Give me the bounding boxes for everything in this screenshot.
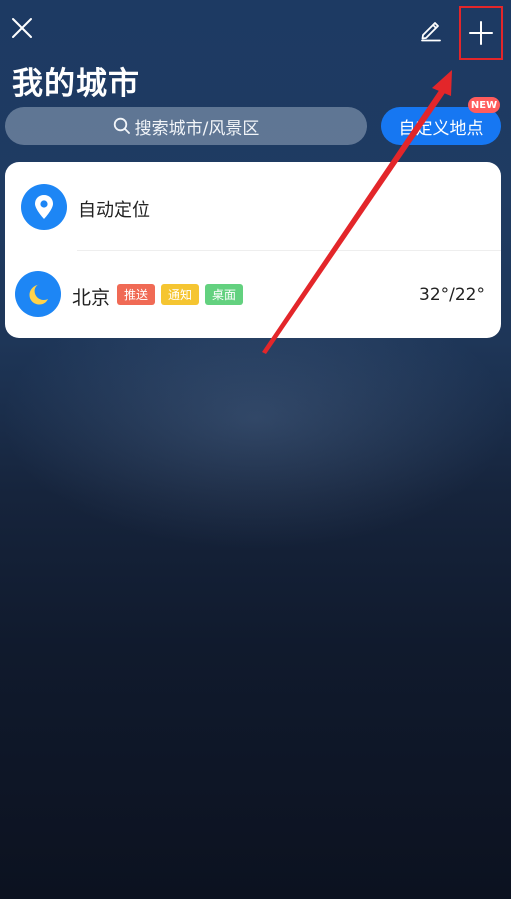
auto-location-label: 自动定位: [78, 200, 150, 221]
moon-icon: [29, 284, 48, 305]
auto-location-row[interactable]: 自动定位: [5, 162, 501, 250]
search-placeholder: 搜索城市/风景区: [134, 118, 260, 139]
city-row-beijing[interactable]: 北京 推送 通知 桌面 32°/22°: [5, 251, 501, 338]
annotation-arrow-head: [432, 70, 452, 96]
pencil-icon: [421, 22, 441, 42]
search-input[interactable]: 搜索城市/风景区: [5, 107, 367, 145]
search-icon: [113, 117, 130, 134]
close-icon: [12, 18, 32, 38]
add-city-button[interactable]: [459, 6, 503, 60]
edit-button[interactable]: [416, 14, 446, 44]
city-name: 北京: [72, 287, 111, 309]
page-title: 我的城市: [12, 66, 140, 102]
location-badge: [21, 184, 67, 230]
tag-push: 推送: [117, 284, 155, 305]
city-temperature: 32°/22°: [419, 285, 485, 305]
tag-notify: 通知: [161, 284, 199, 305]
background-glow: [0, 330, 511, 550]
close-button[interactable]: [8, 14, 36, 42]
plus-icon: [469, 21, 493, 45]
weather-badge: [15, 271, 61, 317]
new-badge: NEW: [468, 97, 500, 113]
tag-desktop: 桌面: [205, 284, 243, 305]
location-pin-icon: [35, 195, 53, 219]
city-list-card: 自动定位 北京 推送 通知 桌面 32°/22°: [5, 162, 501, 338]
top-bar: [0, 0, 511, 60]
